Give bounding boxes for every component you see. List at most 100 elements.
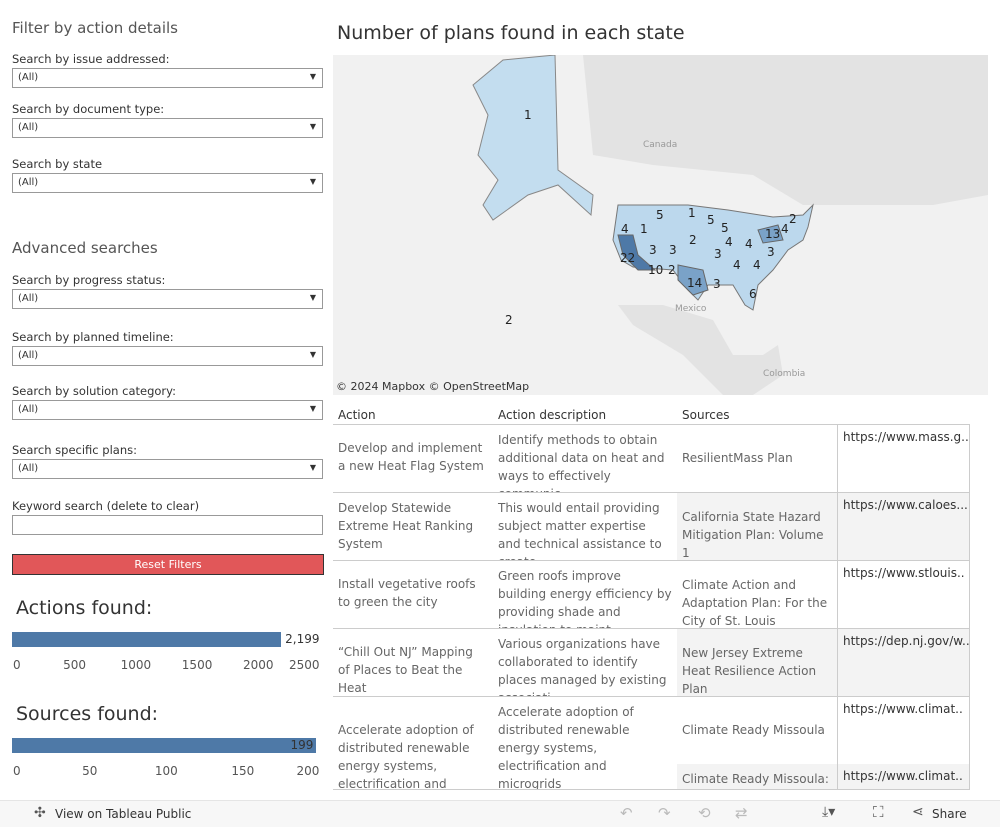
actions-bar-area: 2,199: [12, 632, 320, 647]
state-label-me: 2: [789, 212, 797, 226]
state-label-hi: 2: [505, 313, 513, 327]
action-cell: Develop Statewide Extreme Heat Ranking S…: [338, 501, 474, 551]
table-row[interactable]: Develop Statewide Extreme Heat Ranking S…: [333, 493, 970, 561]
table-row[interactable]: Accelerate adoption of distributed renew…: [333, 697, 970, 790]
solution-label: Search by solution category:: [12, 384, 176, 398]
tableau-icon: ✣: [34, 805, 46, 821]
share-button[interactable]: Share: [932, 807, 967, 821]
table-row[interactable]: “Chill Out NJ” Mapping of Places to Beat…: [333, 629, 970, 697]
col-header-sources[interactable]: Sources: [682, 408, 729, 422]
source-url-cell[interactable]: https://dep.nj.gov/w..: [837, 629, 970, 696]
state-label-mn: 5: [707, 213, 715, 227]
undo-icon[interactable]: ↶: [620, 804, 633, 822]
source-url-cell[interactable]: https://www.mass.g..: [837, 425, 970, 492]
state-label-al: 4: [733, 258, 741, 272]
issue-value: (All): [18, 72, 39, 83]
state-label-nm: 2: [668, 263, 676, 277]
state-label-ny: 13: [765, 227, 781, 241]
share-icon[interactable]: ⋖: [912, 804, 924, 820]
source-url-cell[interactable]: https://www.climat..: [837, 697, 970, 764]
source-name-cell[interactable]: Climate Ready Missoula:: [677, 763, 837, 789]
axis-tick-label: 1500: [181, 658, 213, 672]
col-header-description[interactable]: Action description: [498, 408, 606, 422]
state-label-tx: 14: [687, 276, 703, 290]
state-dropdown[interactable]: (All) ▼: [12, 173, 323, 193]
doctype-value: (All): [18, 122, 39, 133]
chevron-down-icon: ▼: [309, 72, 316, 81]
keyword-input[interactable]: [12, 515, 323, 535]
redo-icon[interactable]: ↷: [658, 804, 671, 822]
revert-icon[interactable]: ⟲: [698, 804, 711, 822]
source-url-cell[interactable]: https://www.stlouis..: [837, 561, 970, 628]
chevron-down-icon: ▼: [309, 463, 316, 472]
state-label-la: 3: [713, 277, 721, 291]
axis-tick-label: 0: [13, 764, 21, 778]
axis-tick-label: 150: [231, 764, 255, 778]
view-on-tableau-link[interactable]: View on Tableau Public: [55, 807, 191, 821]
chevron-down-icon: ▼: [309, 350, 316, 359]
chevron-down-icon: ▼: [309, 404, 316, 413]
chevron-down-icon: ▼: [309, 293, 316, 302]
actions-found-title: Actions found:: [16, 597, 153, 619]
state-label-az: 10: [648, 263, 664, 277]
description-cell: This would entail providing subject matt…: [498, 501, 662, 560]
source-name-cell[interactable]: California State Hazard Mitigation Plan:…: [677, 493, 837, 560]
mexico-label: Mexico: [675, 304, 707, 314]
source-name-cell[interactable]: Climate Ready Missoula: [677, 697, 837, 764]
map-shapes: [333, 55, 988, 395]
axis-tick-label: 200: [296, 764, 320, 778]
state-label-nd: 1: [688, 206, 696, 220]
map-title: Number of plans found in each state: [337, 22, 685, 44]
refresh-icon[interactable]: ⇄: [735, 804, 748, 822]
sources-bar-area: 199: [12, 738, 318, 753]
sources-axis: 0 50 100 150 200: [13, 764, 323, 780]
action-cell: Install vegetative roofs to green the ci…: [338, 577, 476, 609]
state-map[interactable]: 1 5 1 5 4 1 5 2 3 3 3 4 4 13 4 2 3 22 10…: [333, 55, 988, 395]
chevron-down-icon: ▼: [309, 177, 316, 186]
table-row[interactable]: Develop and implement a new Heat Flag Sy…: [333, 425, 970, 493]
plans-dropdown[interactable]: (All) ▼: [12, 459, 323, 479]
description-cell: Green roofs improve building energy effi…: [498, 569, 672, 628]
state-label-ma: 4: [781, 222, 789, 236]
source-url-cell[interactable]: https://www.climat..: [837, 763, 970, 789]
state-label-nj: 3: [767, 245, 775, 259]
col-header-action[interactable]: Action: [338, 408, 376, 422]
solution-dropdown[interactable]: (All) ▼: [12, 400, 323, 420]
source-name-cell[interactable]: ResilientMass Plan: [677, 425, 837, 492]
state-label-wi: 5: [721, 221, 729, 235]
table-row[interactable]: Install vegetative roofs to green the ci…: [333, 561, 970, 629]
state-label-oh: 4: [745, 237, 753, 251]
actions-value-label: 2,199: [285, 632, 320, 646]
progress-dropdown[interactable]: (All) ▼: [12, 289, 323, 309]
timeline-dropdown[interactable]: (All) ▼: [12, 346, 323, 366]
state-label-fl: 6: [749, 287, 757, 301]
progress-label: Search by progress status:: [12, 273, 166, 287]
plans-value: (All): [18, 463, 39, 474]
action-cell: Accelerate adoption of distributed renew…: [338, 723, 474, 790]
state-label-ut: 3: [649, 243, 657, 257]
source-name-cell[interactable]: Climate Action and Adaptation Plan: For …: [677, 561, 837, 628]
sources-bar[interactable]: [12, 738, 317, 753]
source-name-cell[interactable]: New Jersey Extreme Heat Resilience Actio…: [677, 629, 837, 696]
map-attribution[interactable]: © 2024 Mapbox © OpenStreetMap: [336, 380, 529, 393]
timeline-label: Search by planned timeline:: [12, 330, 174, 344]
table-right-border: [969, 424, 970, 790]
reset-filters-button[interactable]: Reset Filters: [12, 554, 324, 575]
axis-tick-label: 50: [82, 764, 98, 778]
actions-bar[interactable]: [12, 632, 282, 647]
source-url-cell[interactable]: https://www.caloes...: [837, 493, 970, 560]
filters-heading: Filter by action details: [12, 19, 178, 37]
keyword-label: Keyword search (delete to clear): [12, 499, 200, 513]
progress-value: (All): [18, 293, 39, 304]
footer-toolbar: ✣ View on Tableau Public ↶ ↷ ⟲ ⇄ ⤓▾ ⛶ ⋖ …: [0, 800, 1000, 827]
actions-axis: 0 500 1000 1500 2000 2500: [13, 658, 323, 674]
doctype-dropdown[interactable]: (All) ▼: [12, 118, 323, 138]
doctype-label: Search by document type:: [12, 102, 165, 116]
fullscreen-icon[interactable]: ⛶: [873, 803, 884, 821]
advanced-heading: Advanced searches: [12, 239, 158, 257]
state-label-ak: 1: [524, 108, 532, 122]
state-value: (All): [18, 177, 39, 188]
state-label-ne: 2: [689, 233, 697, 247]
download-icon[interactable]: ⤓▾: [822, 804, 835, 820]
issue-dropdown[interactable]: (All) ▼: [12, 68, 323, 88]
